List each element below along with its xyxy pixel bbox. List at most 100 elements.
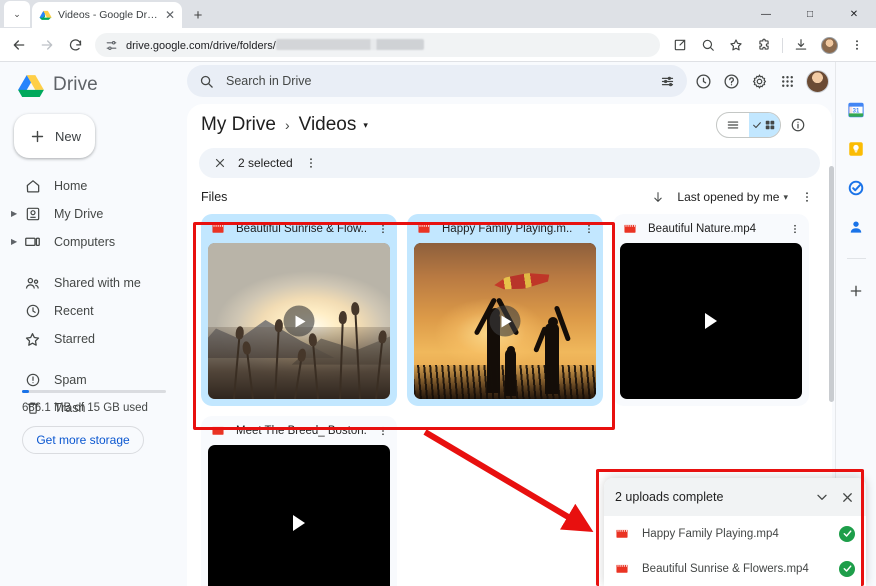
list-view-icon[interactable]	[717, 113, 749, 137]
chevron-down-icon[interactable]: ▾	[783, 192, 788, 203]
minimize-button[interactable]: —	[744, 0, 788, 28]
sidebar-item-home[interactable]: Home	[0, 172, 185, 200]
sidebar-item-starred[interactable]: Starred	[0, 325, 185, 353]
kebab-menu-icon[interactable]	[377, 425, 389, 437]
storage-usage-text: 686.1 MB of 15 GB used	[22, 402, 148, 414]
forward-icon[interactable]	[34, 32, 60, 58]
file-thumbnail-kite[interactable]	[414, 243, 596, 399]
sort-controls: Last opened by me ▾	[651, 190, 818, 204]
drive-logo-header[interactable]: Drive	[0, 62, 185, 98]
tab-title: Videos - Google Drive	[58, 9, 159, 21]
drive-brand-text: Drive	[53, 74, 98, 95]
tab-search-button[interactable]: ⌄	[4, 1, 30, 27]
settings-gear-icon[interactable]	[746, 68, 772, 94]
sidebar-item-label: Home	[54, 179, 88, 193]
video-file-icon	[417, 222, 431, 236]
kebab-menu-icon[interactable]	[800, 190, 814, 204]
sidebar-item-computers[interactable]: ▶ Computers	[0, 228, 185, 256]
google-tasks-icon[interactable]	[847, 178, 866, 197]
reload-icon[interactable]	[62, 32, 88, 58]
file-name: Happy Family Playing.m...	[442, 222, 572, 235]
selection-toolbar: 2 selected	[199, 148, 820, 178]
star-icon[interactable]	[723, 32, 749, 58]
back-icon[interactable]	[6, 32, 32, 58]
sidebar-item-label: Spam	[54, 373, 87, 387]
puzzle-icon[interactable]	[751, 32, 777, 58]
close-window-button[interactable]: ✕	[832, 0, 876, 28]
upload-file-name: Happy Family Playing.mp4	[642, 527, 779, 540]
search-options-icon[interactable]	[660, 74, 675, 89]
kebab-menu-icon[interactable]	[789, 223, 801, 235]
chevron-down-icon[interactable]	[814, 489, 830, 505]
google-contacts-icon[interactable]	[847, 217, 866, 236]
install-icon[interactable]	[667, 32, 693, 58]
toolbar-divider	[782, 37, 783, 53]
video-file-icon	[211, 424, 225, 438]
browser-tab[interactable]: Videos - Google Drive ✕	[32, 2, 182, 28]
file-card[interactable]: Beautiful Sunrise & Flow...	[201, 214, 397, 406]
close-tab-icon[interactable]: ✕	[165, 9, 175, 21]
view-toggle[interactable]	[716, 112, 781, 138]
people-icon	[24, 275, 41, 292]
address-bar[interactable]: drive.google.com/drive/folders/	[95, 33, 660, 57]
drive-app: Drive New Home ▶ My Drive ▶ Computers Sh…	[0, 62, 876, 586]
google-calendar-icon[interactable]: 31	[847, 100, 866, 119]
tab-strip: ⌄ Videos - Google Drive ✕ + — □ ✕	[0, 0, 876, 28]
url-text: drive.google.com/drive/folders/	[126, 38, 424, 52]
close-icon[interactable]	[213, 156, 227, 170]
kebab-menu-icon[interactable]	[844, 32, 870, 58]
file-card[interactable]: Meet The Breed_ Boston...	[201, 416, 397, 586]
account-avatar[interactable]	[806, 69, 829, 93]
upload-status-title: 2 uploads complete	[615, 490, 724, 504]
spam-icon	[24, 372, 41, 389]
grid-view-icon[interactable]	[748, 113, 780, 137]
site-settings-icon[interactable]	[105, 39, 118, 52]
redacted-url-segment	[275, 38, 424, 50]
chevron-right-icon[interactable]: ▶	[11, 238, 17, 246]
upload-item[interactable]: Beautiful Sunrise & Flowers.mp4	[604, 551, 866, 586]
sort-label[interactable]: Last opened by me	[677, 190, 779, 204]
info-icon[interactable]	[790, 117, 806, 133]
apps-grid-icon[interactable]	[774, 68, 800, 94]
new-button-label: New	[55, 128, 82, 144]
google-keep-icon[interactable]	[847, 139, 866, 158]
arrow-down-icon[interactable]	[651, 190, 665, 204]
profile-avatar[interactable]	[816, 32, 842, 58]
search-row: Search in Drive	[185, 62, 835, 100]
play-button[interactable]	[489, 305, 521, 337]
new-button[interactable]: New	[14, 114, 95, 158]
chevron-right-icon[interactable]: ▶	[11, 210, 17, 218]
add-app-button[interactable]	[847, 281, 866, 300]
zoom-icon[interactable]	[695, 32, 721, 58]
video-file-icon	[615, 562, 629, 576]
kebab-menu-icon[interactable]	[377, 223, 389, 235]
sidebar-item-my-drive[interactable]: ▶ My Drive	[0, 200, 185, 228]
download-icon[interactable]	[788, 32, 814, 58]
maximize-button[interactable]: □	[788, 0, 832, 28]
file-card[interactable]: Beautiful Nature.mp4	[613, 214, 809, 406]
sidebar-item-shared-with-me[interactable]: Shared with me	[0, 269, 185, 297]
activity-icon[interactable]	[690, 68, 716, 94]
window-controls: — □ ✕	[744, 0, 876, 28]
get-more-storage-button[interactable]: Get more storage	[22, 426, 144, 454]
kebab-menu-icon[interactable]	[304, 156, 318, 170]
file-thumbnail-black[interactable]	[620, 243, 802, 399]
upload-file-name: Beautiful Sunrise & Flowers.mp4	[642, 562, 809, 575]
new-tab-button[interactable]: +	[186, 3, 210, 27]
scrollbar-thumb[interactable]	[829, 166, 834, 402]
search-input[interactable]: Search in Drive	[187, 65, 687, 97]
breadcrumb-root[interactable]: My Drive	[201, 114, 276, 136]
sidebar-item-recent[interactable]: Recent	[0, 297, 185, 325]
close-icon[interactable]	[840, 490, 855, 505]
breadcrumb-separator: ›	[284, 117, 290, 133]
kebab-menu-icon[interactable]	[583, 223, 595, 235]
help-icon[interactable]	[718, 68, 744, 94]
file-card[interactable]: Happy Family Playing.m...	[407, 214, 603, 406]
upload-item[interactable]: Happy Family Playing.mp4	[604, 516, 866, 551]
breadcrumb-current[interactable]: Videos	[299, 114, 357, 136]
rail-divider	[846, 258, 866, 259]
play-button[interactable]	[283, 305, 315, 337]
file-thumbnail-sunrise[interactable]	[208, 243, 390, 399]
file-thumbnail-black[interactable]	[208, 445, 390, 586]
chevron-down-icon[interactable]: ▾	[363, 120, 368, 131]
